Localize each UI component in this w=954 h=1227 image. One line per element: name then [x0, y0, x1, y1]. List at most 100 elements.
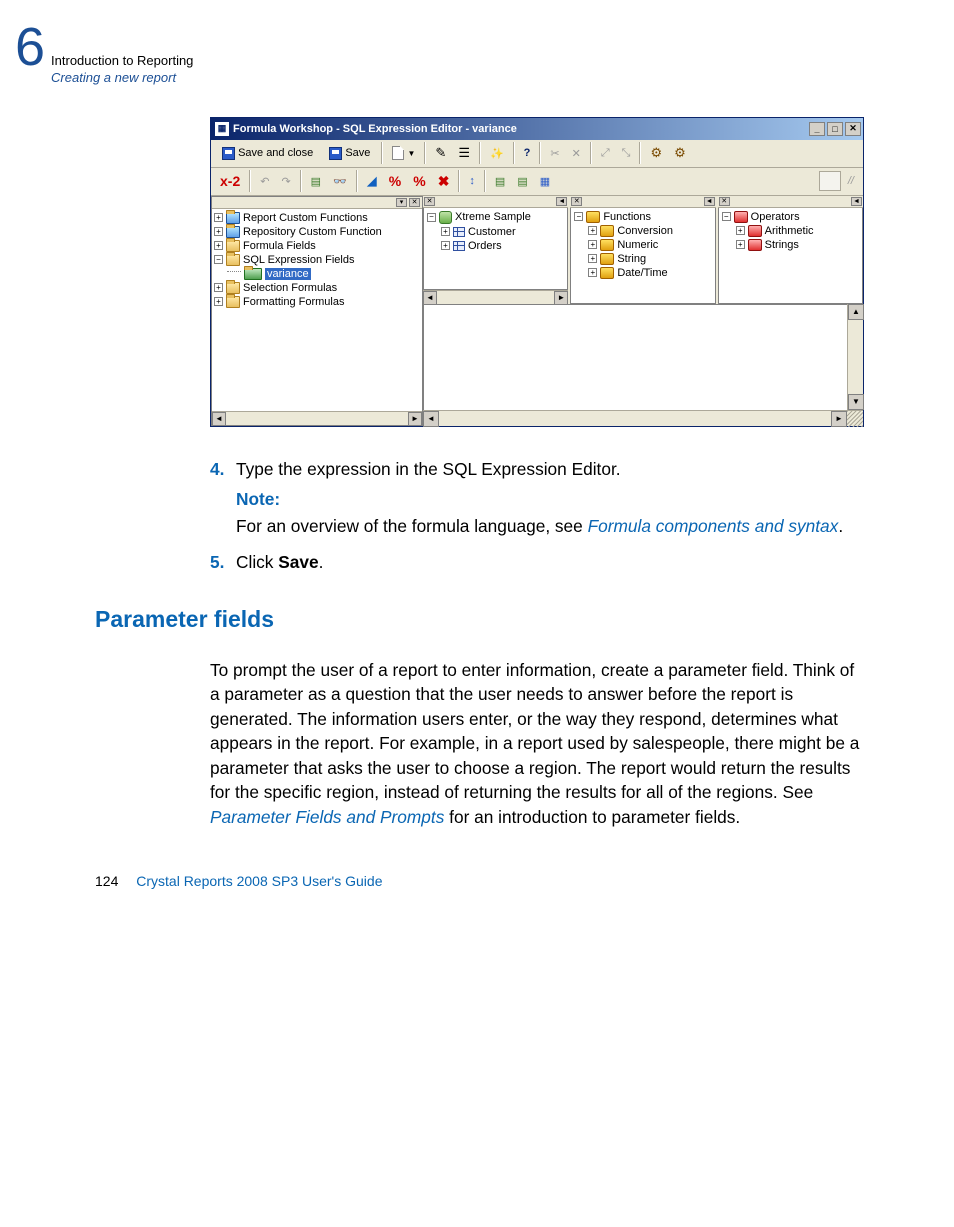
parameter-fields-link[interactable]: Parameter Fields and Prompts: [210, 807, 444, 827]
note-text-suffix: .: [838, 516, 843, 536]
functions-pane[interactable]: ✕ ◄ − Functions + Conversion + Numeric + Str…: [570, 196, 717, 304]
pane-scroll-left[interactable]: ◄: [556, 197, 567, 206]
expand-toggle[interactable]: +: [441, 227, 450, 236]
expand-toggle[interactable]: +: [214, 241, 223, 250]
pane-item-label[interactable]: Date/Time: [617, 267, 667, 279]
scroll-right-button[interactable]: ►: [831, 411, 847, 427]
pane-close-button[interactable]: ✕: [571, 197, 582, 206]
pane-close-button[interactable]: ✕: [424, 197, 435, 206]
scroll-right-button[interactable]: ►: [408, 412, 422, 426]
options-2-button[interactable]: ⚙: [669, 142, 691, 164]
pane-hscroll[interactable]: ◄►: [423, 290, 568, 304]
tree-item-label-selected[interactable]: variance: [265, 268, 311, 280]
tree-item-label[interactable]: Selection Formulas: [243, 282, 337, 294]
uncomment-icon: ▤: [517, 175, 527, 188]
bookmark-clear-icon: ✖: [438, 173, 450, 190]
help-button[interactable]: ?: [519, 142, 536, 164]
collapse-icon: ⤡: [622, 147, 631, 160]
scroll-left-button[interactable]: ◄: [423, 411, 439, 427]
tree-item-label[interactable]: Formatting Formulas: [243, 296, 344, 308]
expand-toggle[interactable]: +: [214, 213, 223, 222]
editor-toolbar: x-2 ↶ ↷ ▤ 👓 ◢ % % ✖ ↕ ▤ ▤ ▦ //: [211, 168, 863, 196]
save-button[interactable]: Save: [322, 142, 377, 164]
expand-toggle[interactable]: +: [441, 241, 450, 250]
scroll-right-button[interactable]: ►: [554, 291, 568, 304]
bookmark-next-button[interactable]: %: [384, 170, 406, 192]
expand-toggle[interactable]: −: [722, 212, 731, 221]
fx-folder-icon: [226, 212, 240, 224]
scroll-left-button[interactable]: ◄: [423, 291, 437, 304]
operators-pane[interactable]: ✕ ◄ − Operators + Arithmetic + Strings: [718, 196, 863, 304]
pane-root-label[interactable]: Functions: [603, 211, 651, 223]
expand-toggle[interactable]: +: [588, 240, 597, 249]
bookmark-button[interactable]: ◢: [362, 170, 382, 192]
save-label: Save: [345, 147, 370, 159]
pane-item-label[interactable]: Orders: [468, 240, 502, 252]
editor-hscroll[interactable]: ◄ ►: [423, 410, 863, 426]
expand-toggle[interactable]: +: [736, 240, 745, 249]
expand-toggle[interactable]: −: [427, 213, 436, 222]
pane-scroll-left[interactable]: ◄: [851, 197, 862, 206]
use-expert-button[interactable]: ▦: [535, 170, 555, 192]
tree-collapse-button[interactable]: ▾: [396, 198, 407, 207]
binoculars-icon: 👓: [333, 175, 347, 188]
new-button[interactable]: ▼: [387, 142, 420, 164]
pane-close-button[interactable]: ✕: [719, 197, 730, 206]
tree-close-button[interactable]: ✕: [409, 198, 420, 207]
footer-title: Crystal Reports 2008 SP3 User's Guide: [136, 873, 382, 889]
bookmark-clear-button[interactable]: ✖: [433, 170, 455, 192]
minimize-button[interactable]: _: [809, 122, 825, 136]
properties-button[interactable]: ☰: [453, 142, 475, 164]
scroll-down-button[interactable]: ▼: [848, 394, 864, 410]
fields-pane[interactable]: ✕ ◄ −Xtreme Sample +Customer +Orders ◄►: [423, 196, 570, 304]
parameter-fields-paragraph: To prompt the user of a report to enter …: [210, 658, 864, 830]
expand-toggle[interactable]: −: [214, 255, 223, 264]
browse-button[interactable]: ▤: [306, 170, 326, 192]
pane-item-label[interactable]: Strings: [765, 239, 799, 251]
editor-vscroll[interactable]: ▲ ▼: [847, 304, 863, 410]
bookmark-prev-button[interactable]: %: [408, 170, 430, 192]
formula-components-link[interactable]: Formula components and syntax: [588, 516, 839, 536]
tree-item-label[interactable]: Repository Custom Function: [243, 226, 382, 238]
expand-toggle[interactable]: +: [588, 254, 597, 263]
pane-root-label[interactable]: Xtreme Sample: [455, 211, 531, 223]
scroll-left-button[interactable]: ◄: [212, 412, 226, 426]
x-icon: ✕: [572, 147, 581, 160]
expand-toggle[interactable]: +: [214, 297, 223, 306]
find-button[interactable]: 👓: [328, 170, 352, 192]
pane-item-label[interactable]: Numeric: [617, 239, 658, 251]
workshop-tree[interactable]: ▾ ✕ + Report Custom Functions + Repository…: [211, 196, 423, 426]
expand-toggle[interactable]: −: [574, 212, 583, 221]
uncomment-button[interactable]: ▤: [512, 170, 532, 192]
resize-grip[interactable]: [847, 411, 863, 427]
check-button[interactable]: x-2: [215, 170, 245, 192]
sort-button[interactable]: ↕: [464, 170, 480, 192]
pane-item-label[interactable]: Customer: [468, 226, 516, 238]
maximize-button[interactable]: □: [827, 122, 843, 136]
pane-item-label[interactable]: Arithmetic: [765, 225, 814, 237]
comment-button[interactable]: ▤: [490, 170, 510, 192]
expand-toggle[interactable]: +: [214, 283, 223, 292]
pane-item-label[interactable]: Conversion: [617, 225, 673, 237]
expand-toggle[interactable]: +: [736, 226, 745, 235]
expression-editor[interactable]: ▲ ▼: [423, 304, 863, 410]
close-button[interactable]: ✕: [845, 122, 861, 136]
expand-icon: ⤢: [601, 147, 610, 160]
functions-folder-icon: [600, 239, 614, 251]
pane-scroll-left[interactable]: ◄: [704, 197, 715, 206]
tree-item-label[interactable]: Formula Fields: [243, 240, 316, 252]
save-and-close-button[interactable]: Save and close: [215, 142, 320, 164]
expand-toggle[interactable]: +: [588, 268, 597, 277]
delete-button: ✕: [567, 142, 586, 164]
save-and-close-label: Save and close: [238, 147, 313, 159]
tree-hscroll[interactable]: ◄ ►: [212, 411, 422, 425]
rename-button[interactable]: ✎: [430, 142, 451, 164]
expand-toggle[interactable]: +: [214, 227, 223, 236]
pane-item-label[interactable]: String: [617, 253, 646, 265]
tree-item-label[interactable]: Report Custom Functions: [243, 212, 368, 224]
scroll-up-button[interactable]: ▲: [848, 304, 864, 320]
options-1-button[interactable]: ⚙: [645, 142, 667, 164]
pane-root-label[interactable]: Operators: [751, 211, 800, 223]
expand-toggle[interactable]: +: [588, 226, 597, 235]
tree-item-label[interactable]: SQL Expression Fields: [243, 254, 354, 266]
